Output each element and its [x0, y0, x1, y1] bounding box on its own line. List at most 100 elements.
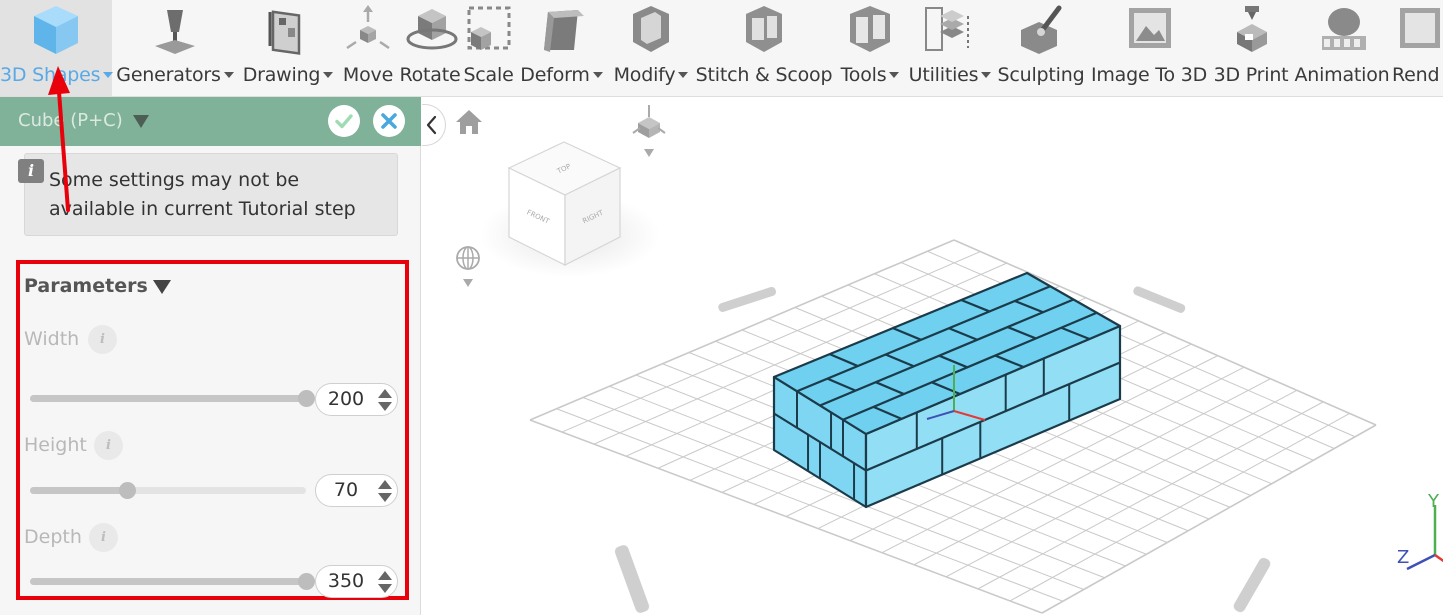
width-decrement-icon[interactable]	[378, 402, 392, 411]
close-icon	[381, 113, 397, 129]
cancel-button[interactable]	[373, 105, 405, 137]
toolbar-item-modify[interactable]: Modify	[608, 0, 694, 96]
confirm-button[interactable]	[328, 105, 360, 137]
toolbar-item-label: Modify	[608, 64, 694, 86]
drawing-icon	[260, 2, 316, 58]
depth-slider[interactable]	[30, 573, 315, 590]
toolbar-item-label: Scale	[463, 64, 514, 86]
toolbar-item-label: Image To 3D	[1090, 64, 1208, 86]
panel-title: Cube (P+C)	[18, 110, 123, 131]
height-slider[interactable]	[30, 482, 306, 499]
z-axis-label: Z	[1397, 547, 1409, 568]
3d-print-icon	[1223, 2, 1279, 58]
width-info-icon[interactable]: i	[88, 325, 117, 354]
panel-collapse-caret-icon[interactable]	[133, 115, 149, 128]
chevron-left-icon	[426, 115, 437, 135]
toolbar-item-label: Tools	[834, 64, 906, 86]
toolbar-item-label: Generators	[112, 64, 238, 86]
stitch-scoop-icon	[736, 2, 792, 58]
depth-label: Depth	[24, 526, 82, 548]
width-increment-icon[interactable]	[378, 389, 392, 398]
width-label: Width	[24, 328, 80, 350]
toolbar-item-drawing[interactable]: Drawing	[238, 0, 338, 96]
animation-icon	[1314, 2, 1370, 58]
3d-viewport[interactable]: TOP FRONT RIGHT Y Z	[422, 97, 1443, 615]
move-icon	[340, 2, 396, 58]
image-to-3d-icon	[1121, 2, 1177, 58]
height-increment-icon[interactable]	[378, 480, 392, 489]
toolbar-item-label: 3D Shapes	[0, 64, 114, 86]
projection-cube-icon[interactable]	[632, 105, 666, 157]
width-input[interactable]: 200	[315, 383, 398, 416]
width-slider[interactable]	[30, 390, 315, 407]
view-cube[interactable]: TOP FRONT RIGHT	[480, 141, 660, 277]
toolbar-item-rotate[interactable]: Rotate	[398, 0, 462, 96]
depth-increment-icon[interactable]	[378, 571, 392, 580]
width-value: 200	[327, 388, 365, 410]
height-slider-handle[interactable]	[118, 482, 136, 499]
parameters-heading: Parameters	[24, 275, 148, 297]
scale-icon	[461, 2, 517, 58]
chevron-down-icon	[678, 72, 689, 78]
tutorial-notice: i Some settings may not be available in …	[18, 153, 398, 236]
toolbar-item-label: Animation	[1294, 64, 1390, 86]
width-slider-handle[interactable]	[298, 390, 315, 407]
cube-settings-panel: Cube (P+C) i Some settings may not be av…	[0, 97, 421, 615]
toolbar-item-move[interactable]: Move	[338, 0, 398, 96]
chevron-down-icon	[592, 72, 603, 78]
cube-icon	[28, 2, 84, 58]
toolbar-item-deform[interactable]: Deform	[515, 0, 608, 96]
toolbar-item-label: Sculpting	[997, 64, 1085, 86]
y-axis-label: Y	[1427, 491, 1440, 512]
height-input[interactable]: 70	[315, 474, 398, 507]
cube-mesh[interactable]	[772, 271, 1122, 509]
world-axis-indicator: Y Z	[1397, 491, 1443, 571]
depth-info-icon[interactable]: i	[89, 523, 118, 552]
height-info-icon[interactable]: i	[94, 431, 123, 460]
chevron-down-icon	[981, 72, 992, 78]
toolbar-item-label: Rotate	[399, 64, 461, 86]
toolbar-item-scale[interactable]: Scale	[462, 0, 515, 96]
depth-slider-handle[interactable]	[298, 573, 315, 590]
home-icon[interactable]	[456, 110, 482, 134]
toolbar-item-animation[interactable]: Animation	[1292, 0, 1392, 96]
toolbar-item-label: Utilities	[906, 64, 994, 86]
depth-input[interactable]: 350	[315, 565, 398, 598]
parameters-collapse-caret-icon[interactable]	[153, 280, 171, 294]
toolbar-item-sculpting[interactable]: Sculpting	[994, 0, 1088, 96]
height-decrement-icon[interactable]	[378, 493, 392, 502]
toolbar-item-stitch-scoop[interactable]: Stitch & Scoop	[694, 0, 834, 96]
depth-slider-fill	[30, 578, 306, 585]
scene-canvas[interactable]: TOP FRONT RIGHT Y Z	[422, 97, 1443, 615]
toolbar-item-generators[interactable]: Generators	[112, 0, 238, 96]
main-toolbar: 3D Shapes Generators Drawing Move Rotate Scal…	[0, 0, 1443, 97]
toolbar-item-image-to-3d[interactable]: Image To 3D	[1088, 0, 1210, 96]
info-icon: i	[18, 159, 44, 183]
notice-text: Some settings may not be available in cu…	[49, 169, 356, 220]
toolbar-item-label: 3D Print	[1213, 64, 1289, 86]
sculpting-icon	[1013, 2, 1069, 58]
deform-icon	[534, 2, 590, 58]
toolbar-item-label: Deform	[515, 64, 608, 86]
render-icon	[1394, 2, 1443, 58]
width-slider-fill	[30, 395, 306, 402]
check-icon	[335, 114, 353, 129]
height-label: Height	[24, 434, 87, 456]
toolbar-item-utilities[interactable]: Utilities	[906, 0, 994, 96]
toolbar-item-label: Move	[342, 64, 394, 86]
toolbar-item-label: Drawing	[238, 64, 338, 86]
panel-header: Cube (P+C)	[0, 97, 421, 146]
toolbar-item-label: Stitch & Scoop	[695, 64, 833, 86]
parameters-highlight-box	[16, 260, 409, 600]
toolbar-item-tools[interactable]: Tools	[834, 0, 906, 96]
toolbar-item-3d-print[interactable]: 3D Print	[1210, 0, 1292, 96]
chevron-down-icon	[889, 72, 900, 78]
toolbar-item-label: Rend	[1392, 64, 1440, 86]
depth-decrement-icon[interactable]	[378, 584, 392, 593]
toolbar-item-rend[interactable]: Rend	[1392, 0, 1443, 96]
height-value: 70	[333, 479, 359, 501]
toolbar-item-3d-shapes[interactable]: 3D Shapes	[0, 0, 114, 96]
orbit-globe-icon[interactable]	[456, 246, 480, 287]
rotate-icon	[402, 2, 458, 58]
height-slider-fill	[30, 487, 127, 494]
